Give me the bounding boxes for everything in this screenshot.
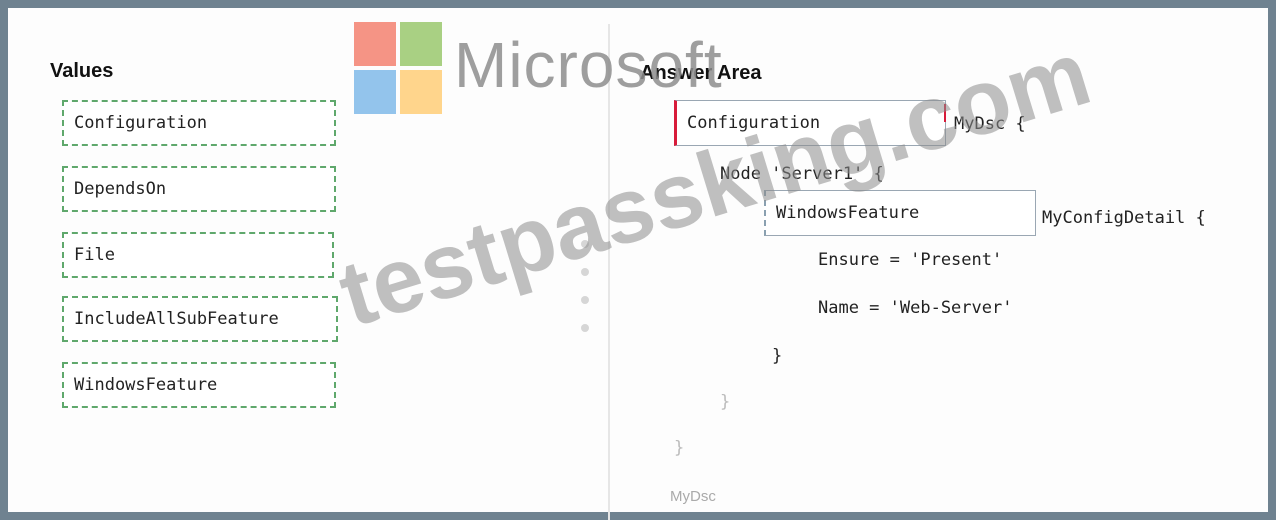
- dot: [581, 324, 589, 332]
- code-line-configdetail: MyConfigDetail {: [1042, 208, 1206, 228]
- microsoft-logo-icon: [354, 22, 442, 114]
- code-brace-outer: }: [674, 438, 685, 458]
- code-line-ensure: Ensure = 'Present': [818, 250, 1003, 270]
- value-includeallsubfeature[interactable]: IncludeAllSubFeature: [62, 296, 338, 342]
- value-file[interactable]: File: [62, 232, 334, 278]
- code-line-name: Name = 'Web-Server': [818, 298, 1013, 318]
- logo-square-yellow: [400, 70, 442, 114]
- microsoft-wordmark: Microsoft: [454, 29, 723, 101]
- dot: [581, 296, 589, 304]
- code-brace-inner: }: [772, 346, 783, 366]
- values-heading: Values: [50, 60, 114, 82]
- code-footer-mydsc: MyDsc: [670, 488, 716, 505]
- exam-frame: Values Configuration DependsOn File Incl…: [0, 0, 1276, 520]
- code-brace-node: }: [720, 392, 731, 412]
- logo-square-green: [400, 22, 442, 66]
- logo-square-blue: [354, 70, 396, 114]
- value-configuration[interactable]: Configuration: [62, 100, 336, 146]
- value-windowsfeature[interactable]: WindowsFeature: [62, 362, 336, 408]
- logo-square-red: [354, 22, 396, 66]
- value-dependson[interactable]: DependsOn: [62, 166, 336, 212]
